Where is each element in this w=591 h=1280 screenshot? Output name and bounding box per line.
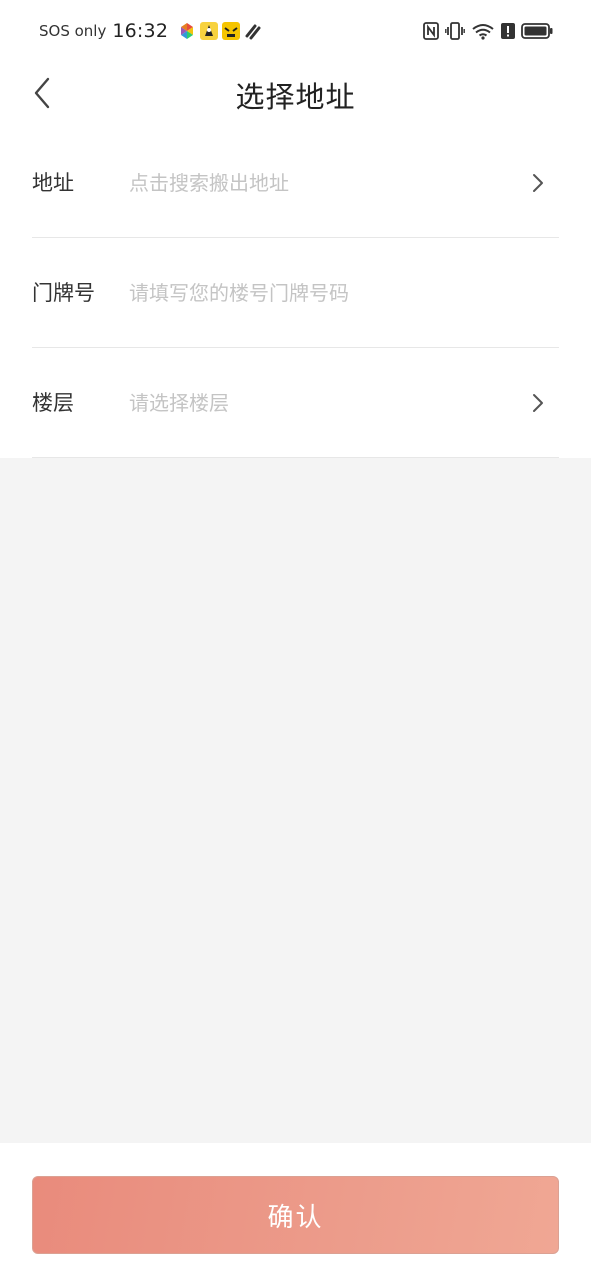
- status-left: SOS only 16:32: [39, 20, 262, 42]
- floor-row[interactable]: 楼层 请选择楼层: [32, 348, 559, 458]
- door-number-input[interactable]: [129, 268, 529, 318]
- status-bar: SOS only 16:32: [0, 0, 591, 62]
- chevron-right-icon: [533, 394, 543, 412]
- floor-label: 楼层: [32, 391, 74, 415]
- wifi-icon: [471, 22, 495, 40]
- bottom-bar: 确认: [0, 1143, 591, 1280]
- address-form: 地址 点击搜索搬出地址 门牌号 楼层 请选择楼层: [0, 128, 591, 458]
- yellow-face-app-icon: [222, 22, 241, 40]
- status-right: [423, 22, 553, 40]
- battery-icon: [521, 22, 553, 40]
- colorful-app-icon: [178, 22, 196, 40]
- chevron-right-icon: [533, 174, 543, 192]
- dashed-app-icon: [244, 22, 262, 40]
- yellow-figure-app-icon: [200, 22, 219, 40]
- nfc-icon: [423, 22, 439, 40]
- address-placeholder: 点击搜索搬出地址: [129, 171, 289, 195]
- vibrate-icon: [445, 22, 465, 40]
- address-label: 地址: [32, 171, 74, 195]
- alert-icon: [501, 22, 515, 40]
- page-title: 选择地址: [235, 80, 356, 114]
- confirm-button[interactable]: 确认: [32, 1176, 559, 1254]
- door-number-row: 门牌号: [32, 238, 559, 348]
- address-row[interactable]: 地址 点击搜索搬出地址: [32, 128, 559, 238]
- sos-label: SOS only: [39, 22, 107, 40]
- floor-placeholder: 请选择楼层: [129, 391, 229, 415]
- nav-bar: 选择地址: [0, 62, 591, 128]
- door-number-label: 门牌号: [32, 281, 95, 305]
- status-time: 16:32: [112, 20, 169, 42]
